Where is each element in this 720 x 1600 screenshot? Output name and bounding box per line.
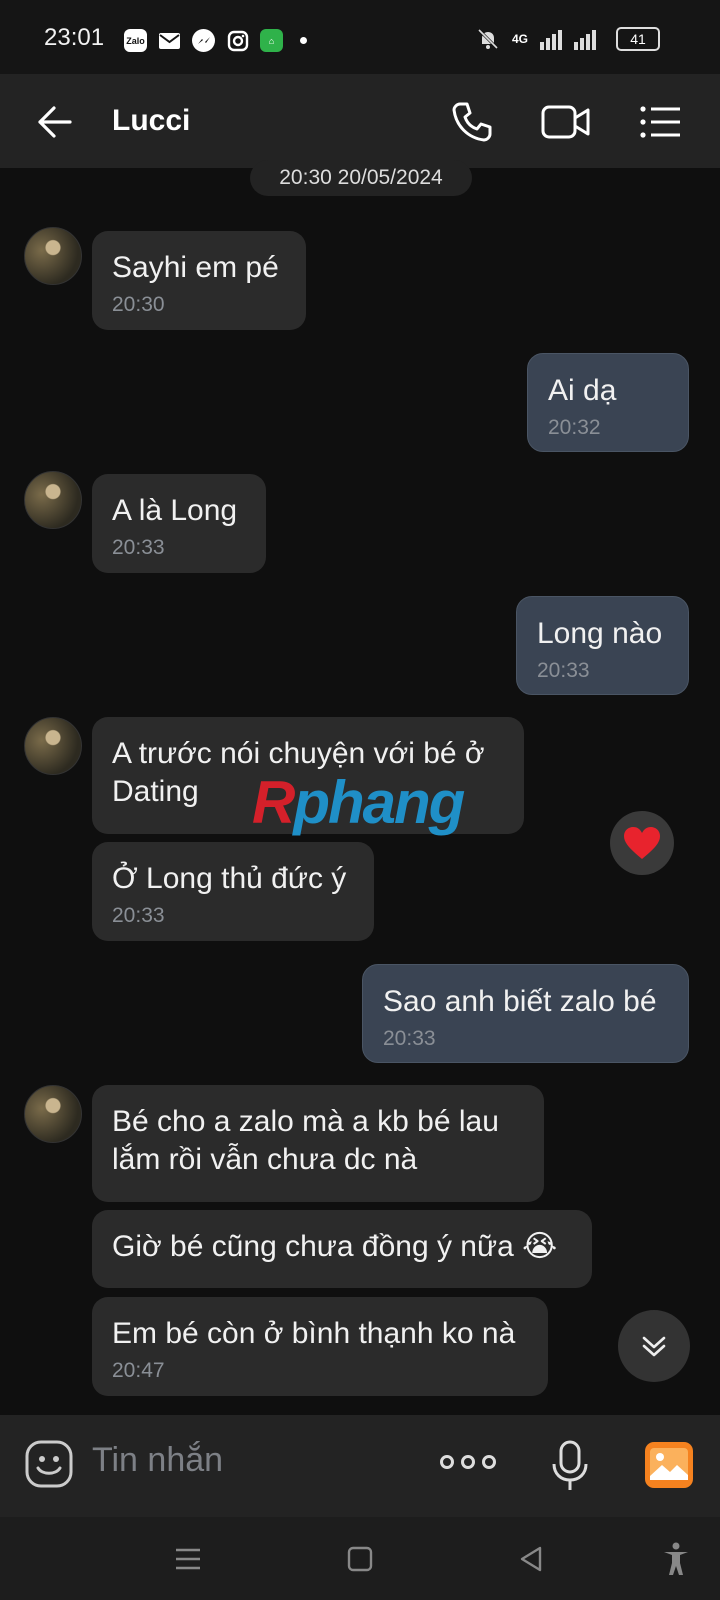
nav-back-button[interactable] <box>512 1539 552 1579</box>
chat-header: Lucci <box>0 74 720 168</box>
message-time: 20:33 <box>383 1027 436 1050</box>
messenger-icon <box>192 29 215 52</box>
message-time: 20:33 <box>537 659 590 682</box>
contact-avatar[interactable] <box>24 717 82 775</box>
mail-icon <box>158 29 181 52</box>
gallery-icon <box>645 1442 693 1488</box>
instagram-icon <box>226 29 249 52</box>
message-time: 20:33 <box>112 904 165 927</box>
square-icon <box>347 1546 373 1572</box>
more-notifications-dot <box>300 37 307 44</box>
zalo-icon: Zalo <box>124 29 147 52</box>
scroll-to-bottom-button[interactable] <box>618 1310 690 1382</box>
nav-recents-button[interactable] <box>168 1539 208 1579</box>
double-chevron-down-icon <box>642 1336 666 1357</box>
status-right: 4G 41 <box>476 27 660 51</box>
incoming-message[interactable]: A là Long 20:33 <box>92 474 266 573</box>
incoming-message[interactable]: Giờ bé cũng chưa đồng ý nữa 😭 <box>92 1210 592 1288</box>
battery-indicator: 41 <box>616 27 660 51</box>
phone-icon <box>452 102 492 142</box>
message-time: 20:33 <box>112 536 165 559</box>
message-time: 20:47 <box>112 1359 165 1382</box>
accessibility-button[interactable] <box>656 1539 696 1579</box>
message-time: 20:30 <box>112 293 165 316</box>
list-menu-icon <box>640 106 680 138</box>
mute-icon <box>477 28 499 50</box>
voice-message-button[interactable] <box>548 1439 592 1493</box>
microphone-icon <box>552 1440 588 1490</box>
message-time: 20:32 <box>548 416 601 439</box>
heart-icon <box>624 827 660 859</box>
date-separator: 20:30 20/05/2024 <box>250 160 472 196</box>
system-navigation-bar <box>0 1517 720 1600</box>
incoming-message[interactable]: Em bé còn ở bình thạnh ko nà 20:47 <box>92 1297 548 1396</box>
message-text: Sayhi em pé <box>112 251 279 284</box>
options-button[interactable] <box>636 98 684 146</box>
dot-icon <box>461 1455 475 1469</box>
signal-icon <box>540 30 596 50</box>
incoming-message[interactable]: Sayhi em pé 20:30 <box>92 231 306 330</box>
incoming-message[interactable]: Ở Long thủ đức ý 20:33 <box>92 842 374 941</box>
smiley-icon <box>25 1440 73 1488</box>
accessibility-icon <box>664 1542 688 1575</box>
back-button[interactable] <box>32 100 76 144</box>
network-label: 4G <box>511 32 528 46</box>
message-text: Giờ bé cũng chưa đồng ý nữa 😭 <box>112 1230 558 1263</box>
contact-avatar[interactable] <box>24 1085 82 1143</box>
sticker-button[interactable] <box>24 1439 74 1489</box>
incoming-message[interactable]: Bé cho a zalo mà a kb bé lau lắm rồi vẫn… <box>92 1085 544 1202</box>
message-text: Long nào <box>537 617 663 650</box>
outgoing-message[interactable]: Sao anh biết zalo bé 20:33 <box>362 964 689 1063</box>
arrow-left-icon <box>38 106 72 138</box>
more-options-button[interactable] <box>440 1455 496 1469</box>
reaction-button[interactable] <box>610 811 674 875</box>
message-text: A là Long <box>112 494 238 527</box>
nav-home-button[interactable] <box>340 1539 380 1579</box>
status-bar: 23:01 Zalo ⌂ 4G 41 <box>0 0 720 74</box>
message-input[interactable]: Tin nhắn <box>92 1441 223 1480</box>
dot-icon <box>440 1455 454 1469</box>
contact-avatar[interactable] <box>24 471 82 529</box>
watermark-logo: Rphang <box>252 769 465 836</box>
outgoing-message[interactable]: Ai dạ 20:32 <box>527 353 689 452</box>
message-text: Ở Long thủ đức ý <box>112 862 347 895</box>
dot-icon <box>482 1455 496 1469</box>
status-time: 23:01 <box>44 24 105 51</box>
send-image-button[interactable] <box>644 1441 694 1489</box>
contact-name[interactable]: Lucci <box>112 104 190 138</box>
menu-lines-icon <box>176 1548 200 1570</box>
message-text: Em bé còn ở bình thạnh ko nà <box>112 1317 516 1350</box>
message-text: Sao anh biết zalo bé <box>383 985 657 1018</box>
contact-avatar[interactable] <box>24 227 82 285</box>
status-app-icons: Zalo ⌂ <box>124 29 307 52</box>
video-call-button[interactable] <box>540 98 590 146</box>
message-text: Bé cho a zalo mà a kb bé lau lắm rồi vẫn… <box>112 1105 499 1176</box>
triangle-back-icon <box>520 1546 542 1572</box>
call-button[interactable] <box>448 98 496 146</box>
outgoing-message[interactable]: Long nào 20:33 <box>516 596 689 695</box>
message-text: Ai dạ <box>548 374 617 407</box>
shop-icon: ⌂ <box>260 29 283 52</box>
message-composer: Tin nhắn <box>0 1415 720 1517</box>
video-camera-icon <box>541 105 590 139</box>
